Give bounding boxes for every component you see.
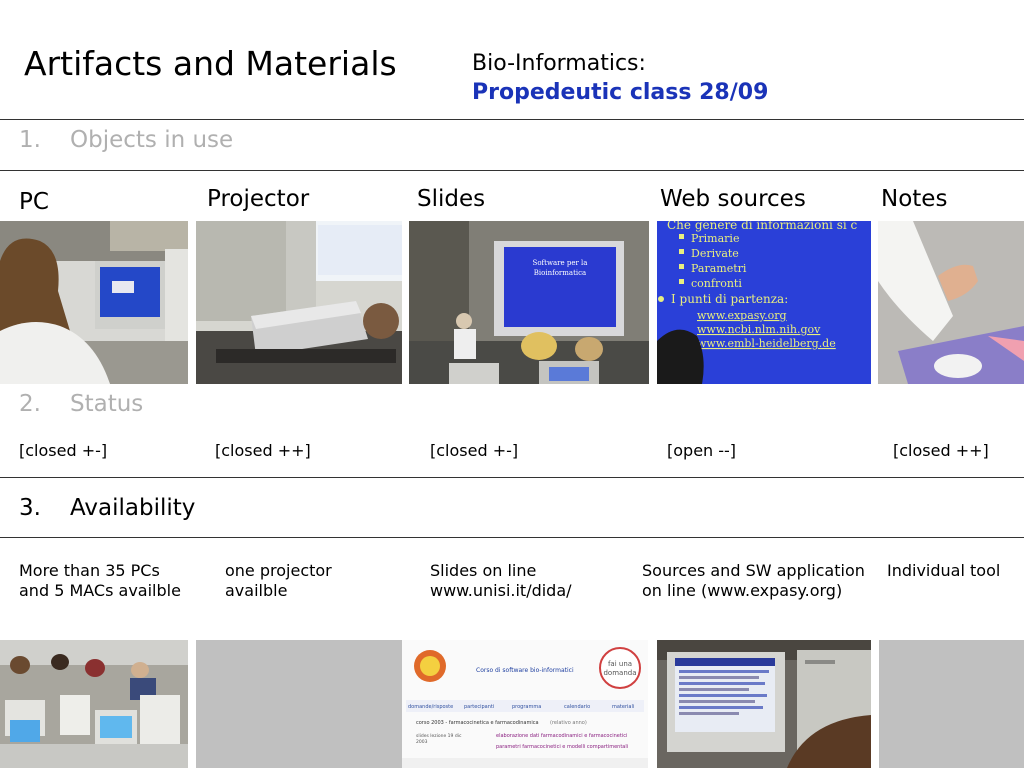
site-heading: Corso di software bio-informatici [476, 667, 574, 674]
section-availability-heading: 3. Availability [19, 495, 195, 521]
section-label: Status [70, 391, 144, 417]
site-course-title: corso 2003 - farmacocinetica e farmacodi… [416, 720, 539, 726]
web-slide-line-2: Derivate [691, 247, 739, 260]
status-notes: [closed ++] [893, 441, 989, 460]
availability-line: Individual tool [887, 561, 1001, 580]
site-date-line1: slides lezione 19 dic [416, 733, 462, 739]
availability-line: one projector [225, 561, 332, 580]
status-projector: [closed ++] [215, 441, 311, 460]
availability-slides: Slides on line www.unisi.it/dida/ [430, 561, 572, 601]
projector-photo [196, 221, 402, 384]
page-title: Artifacts and Materials [24, 44, 397, 83]
availability-notes: Individual tool [887, 561, 1000, 581]
section-objects-heading: 1. Objects in use [19, 127, 233, 153]
image-placeholder [196, 640, 402, 768]
site-nav-item: domande/risposte [408, 704, 453, 710]
divider [0, 477, 1024, 478]
availability-line: on line (www.expasy.org) [642, 581, 843, 600]
availability-line: and 5 MACs availble [19, 581, 181, 600]
section-label: Availability [70, 495, 196, 521]
site-link: parametri farmacocinetici e modelli comp… [496, 744, 628, 750]
column-label-web-sources: Web sources [660, 186, 806, 212]
availability-projector: one projector availble [225, 561, 332, 601]
slide-screen-line2: Bioinformatica [534, 269, 586, 277]
section-number: 1. [19, 127, 41, 153]
availability-pc: More than 35 PCs and 5 MACs availble [19, 561, 181, 601]
site-nav-item: partecipanti [464, 704, 494, 710]
slide-screen-line1: Software per la [533, 259, 588, 267]
notes-photo [878, 221, 1024, 384]
web-slide-line-6: www.expasy.org [697, 309, 787, 322]
divider [0, 119, 1024, 120]
divider [0, 537, 1024, 538]
site-link: elaborazione dati farmacodinamici e farm… [496, 733, 627, 739]
site-badge-line1: fai una [608, 660, 632, 668]
site-date-line2: 2003 [416, 739, 428, 745]
class-subtitle: Propedeutic class 28/09 [472, 80, 769, 105]
web-slide-line-0: Che genere di informazioni si c [667, 221, 858, 232]
site-nav-item: materiali [612, 704, 634, 710]
site-badge-line2: domanda [603, 669, 636, 677]
pc-photo [0, 221, 188, 384]
slides-photo: Software per la Bioinformatica [409, 221, 649, 384]
monitor-photo [657, 640, 871, 768]
web-slide-line-7: www.ncbi.nlm.nih.gov [697, 323, 821, 336]
site-nav-item: programma [512, 704, 541, 710]
web-slide-line-3: Parametri [691, 262, 747, 275]
web-slide-line-1: Primarie [691, 232, 739, 245]
column-label-slides: Slides [417, 186, 486, 212]
availability-web-sources: Sources and SW application on line (www.… [642, 561, 865, 601]
course-website-screenshot: fai una domanda Corso di software bio-in… [402, 640, 648, 768]
status-slides: [closed +-] [430, 441, 519, 460]
column-label-pc: PC [19, 189, 49, 215]
course-subtitle: Bio-Informatics: [472, 51, 646, 76]
site-course-note: (relativo anno) [550, 720, 587, 726]
availability-line: Sources and SW application [642, 561, 865, 580]
status-web-sources: [open --] [667, 441, 737, 460]
availability-line: availble [225, 581, 288, 600]
section-number: 2. [19, 391, 41, 417]
column-label-notes: Notes [881, 186, 948, 212]
status-pc: [closed +-] [19, 441, 108, 460]
availability-line: Slides on line [430, 561, 537, 580]
availability-line: More than 35 PCs [19, 561, 160, 580]
site-nav-item: calendario [564, 704, 590, 710]
section-label: Objects in use [70, 127, 234, 153]
web-sources-photo: Che genere di informazioni si c Primarie… [657, 221, 871, 384]
web-slide-line-5: I punti di partenza: [671, 292, 788, 306]
availability-line: www.unisi.it/dida/ [430, 581, 572, 600]
column-label-projector: Projector [207, 186, 310, 212]
section-number: 3. [19, 495, 41, 521]
image-placeholder [879, 640, 1024, 768]
divider [0, 170, 1024, 171]
section-status-heading: 2. Status [19, 391, 143, 417]
web-slide-line-8: www.embl-heidelberg.de [697, 337, 836, 350]
web-slide-line-4: confronti [691, 277, 742, 290]
pc-lab-photo [0, 640, 188, 768]
